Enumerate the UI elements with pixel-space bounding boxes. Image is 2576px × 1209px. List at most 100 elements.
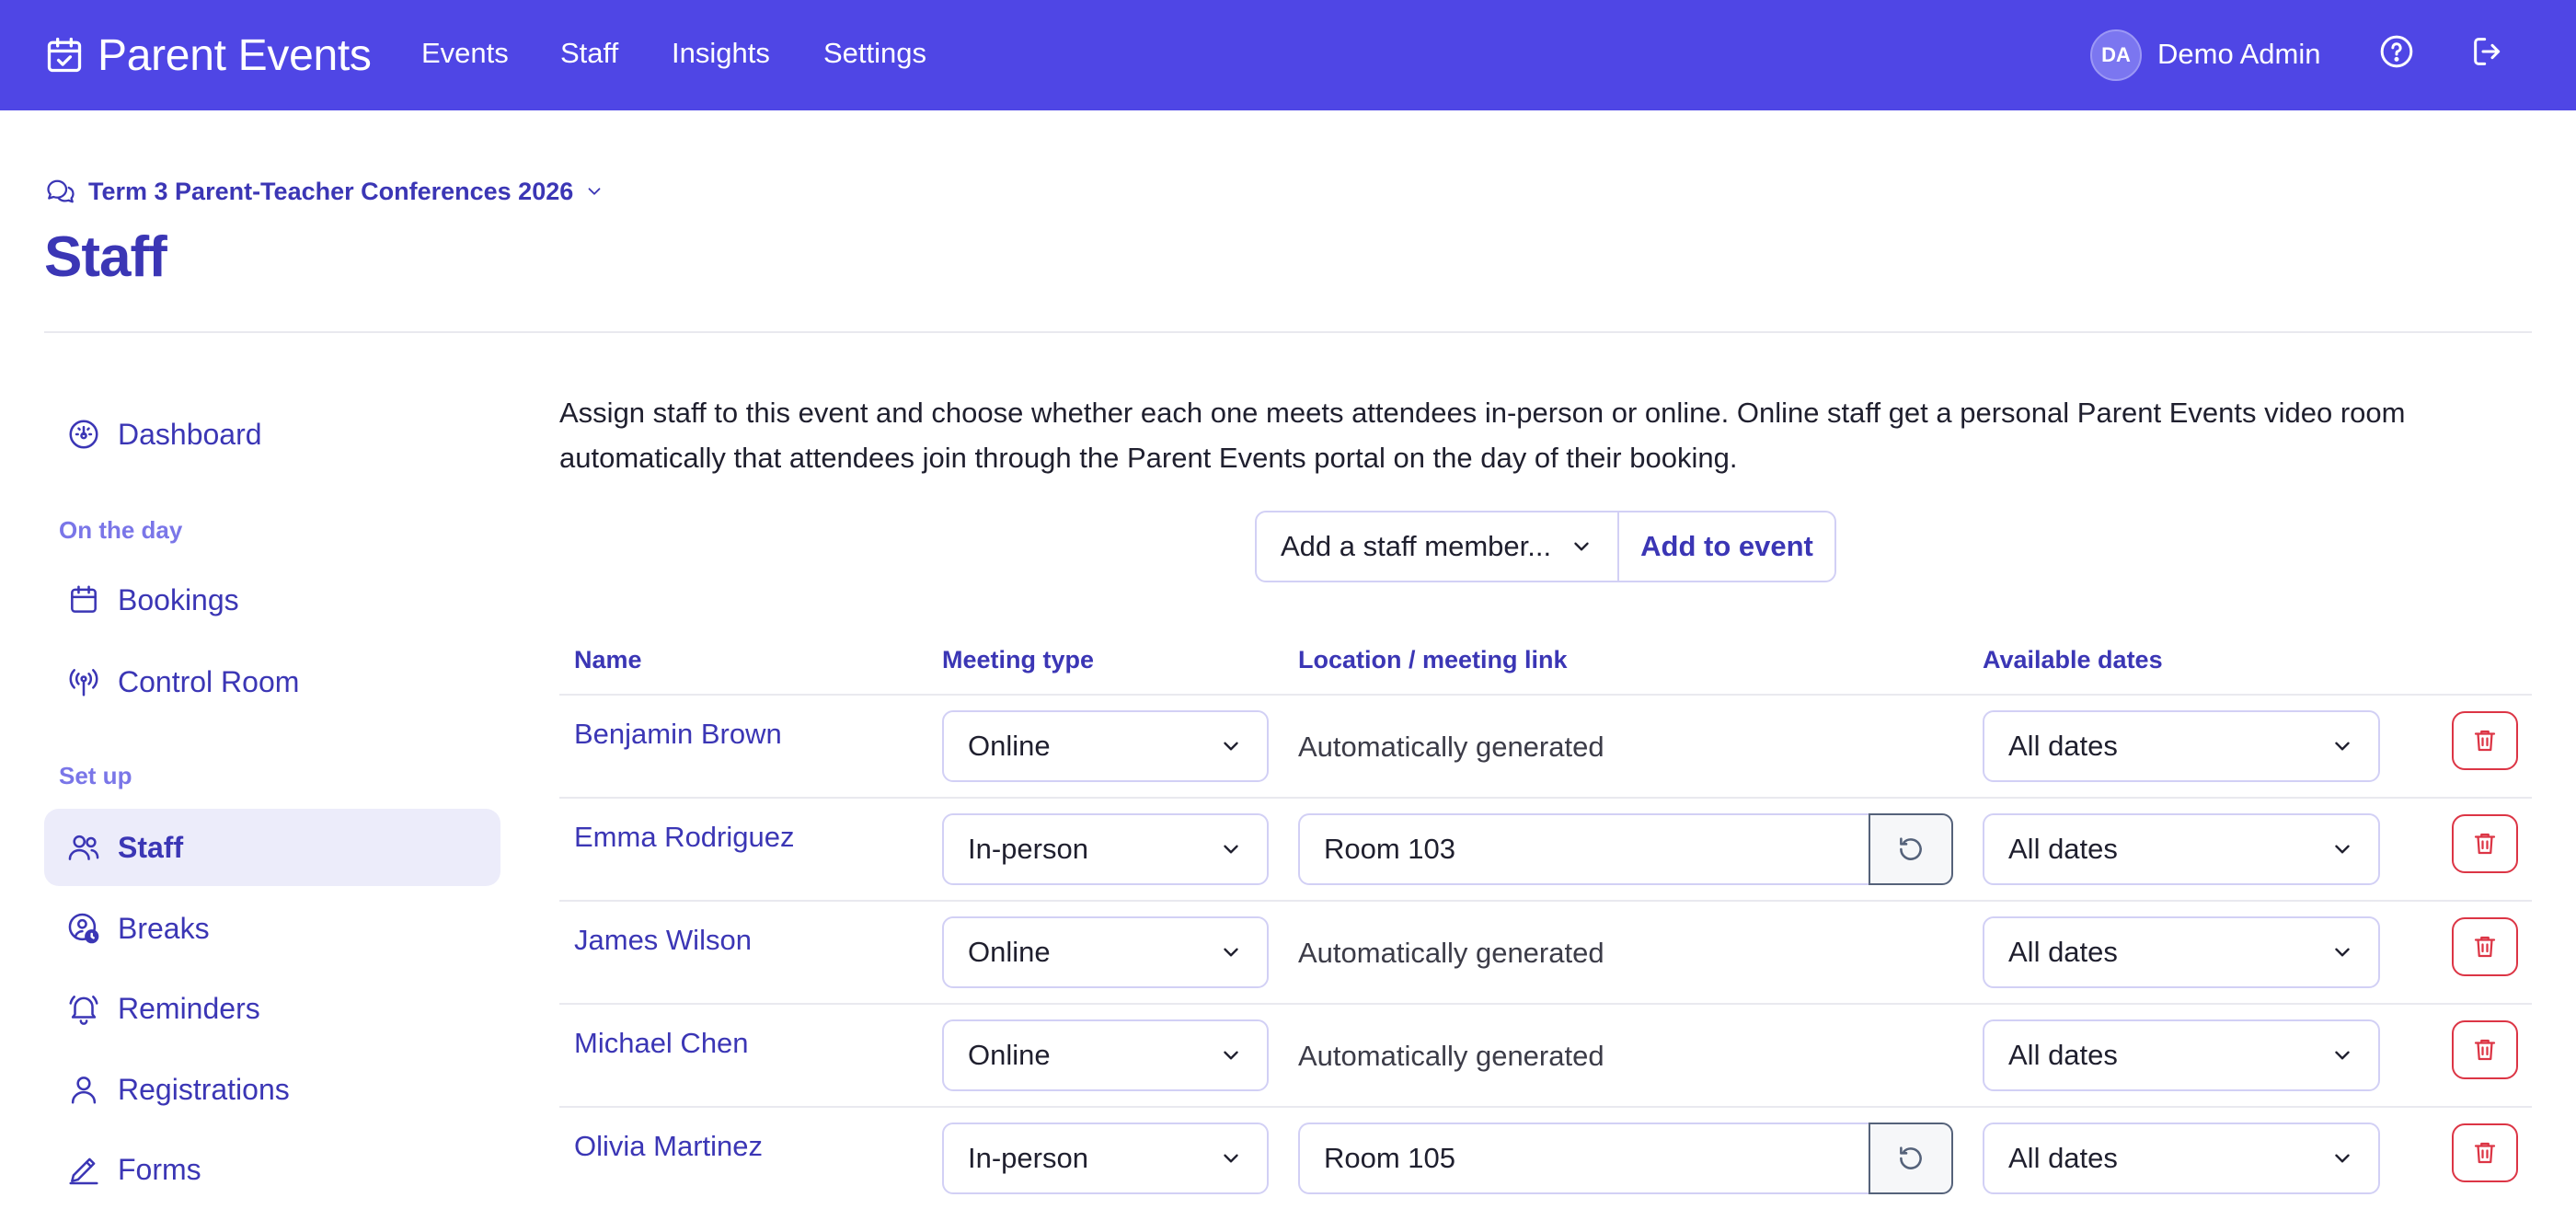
sidebar-item-control-room[interactable]: Control Room bbox=[44, 643, 500, 720]
meeting-type-select[interactable]: Online bbox=[942, 916, 1269, 988]
location-value: Room 103 bbox=[1324, 833, 1456, 865]
reset-location-button[interactable] bbox=[1869, 1123, 1953, 1194]
staff-select[interactable]: Add a staff member... bbox=[1257, 512, 1619, 581]
location-input[interactable]: Room 103 bbox=[1298, 813, 1870, 885]
available-dates-value: All dates bbox=[2008, 1039, 2118, 1071]
location-auto-text: Automatically generated bbox=[1298, 731, 1604, 763]
row-divider bbox=[559, 1106, 2532, 1108]
sidebar-label-bookings: Bookings bbox=[118, 582, 239, 616]
chevron-down-icon bbox=[2335, 845, 2350, 854]
staff-name-link[interactable]: James Wilson bbox=[574, 924, 752, 957]
chevron-down-icon bbox=[1224, 742, 1238, 751]
chevron-down-icon bbox=[1574, 542, 1589, 551]
available-dates-select[interactable]: All dates bbox=[1983, 813, 2380, 885]
nav-events[interactable]: Events bbox=[421, 37, 509, 70]
brand[interactable]: Parent Events bbox=[44, 0, 372, 110]
sidebar-label-control-room: Control Room bbox=[118, 664, 300, 698]
meeting-type-value: In-person bbox=[968, 1142, 1088, 1174]
available-dates-select[interactable]: All dates bbox=[1983, 1019, 2380, 1091]
avatar[interactable]: DA bbox=[2090, 29, 2142, 81]
meeting-type-select[interactable]: In-person bbox=[942, 1123, 1269, 1194]
sidebar-item-staff[interactable]: Staff bbox=[44, 809, 500, 886]
delete-button[interactable] bbox=[2452, 711, 2518, 770]
available-dates-value: All dates bbox=[2008, 936, 2118, 968]
help-icon[interactable] bbox=[2378, 33, 2415, 70]
available-dates-value: All dates bbox=[2008, 730, 2118, 762]
trash-icon bbox=[2474, 1142, 2496, 1164]
staff-name-link[interactable]: Michael Chen bbox=[574, 1027, 749, 1060]
meeting-type-value: Online bbox=[968, 1039, 1051, 1071]
meeting-type-value: Online bbox=[968, 730, 1051, 762]
nav-staff[interactable]: Staff bbox=[560, 37, 618, 70]
chevron-down-icon bbox=[1224, 948, 1238, 957]
sidebar-label-dashboard: Dashboard bbox=[118, 417, 262, 451]
undo-icon bbox=[1900, 837, 1922, 860]
meeting-type-value: In-person bbox=[968, 833, 1088, 865]
logout-icon[interactable] bbox=[2469, 33, 2506, 70]
location-input[interactable]: Room 105 bbox=[1298, 1123, 1870, 1194]
available-dates-select[interactable]: All dates bbox=[1983, 916, 2380, 988]
brand-name: Parent Events bbox=[98, 30, 372, 80]
user-icon bbox=[71, 1077, 97, 1104]
calendar-icon bbox=[71, 585, 97, 613]
user-clock-icon bbox=[68, 913, 99, 944]
chevron-down-icon bbox=[2335, 1154, 2350, 1163]
nav-insights[interactable]: Insights bbox=[672, 37, 770, 70]
meeting-type-select[interactable]: Online bbox=[942, 1019, 1269, 1091]
meeting-type-value: Online bbox=[968, 936, 1051, 968]
add-staff-group: Add a staff member... Add to event bbox=[1255, 511, 1836, 582]
delete-button[interactable] bbox=[2452, 1123, 2518, 1182]
available-dates-select[interactable]: All dates bbox=[1983, 710, 2380, 782]
location-auto-text: Automatically generated bbox=[1298, 1040, 1604, 1072]
chevron-down-icon bbox=[1224, 845, 1238, 854]
user-name[interactable]: Demo Admin bbox=[2157, 38, 2320, 71]
sidebar-item-forms[interactable]: Forms bbox=[44, 1131, 500, 1208]
top-bar: Parent Events Events Staff Insights Sett… bbox=[0, 0, 2576, 110]
meeting-type-select[interactable]: Online bbox=[942, 710, 1269, 782]
delete-button[interactable] bbox=[2452, 814, 2518, 873]
sidebar-label-reminders: Reminders bbox=[118, 991, 260, 1025]
sidebar-item-registrations[interactable]: Registrations bbox=[44, 1051, 500, 1128]
intro-text: Assign staff to this event and choose wh… bbox=[559, 397, 2406, 474]
sidebar-item-reminders[interactable]: Reminders bbox=[44, 970, 500, 1047]
sidebar-label-registrations: Registrations bbox=[118, 1072, 290, 1106]
staff-name-link[interactable]: Emma Rodriguez bbox=[574, 821, 794, 854]
calendar-check-icon bbox=[47, 37, 82, 73]
staff-select-placeholder: Add a staff member... bbox=[1281, 530, 1552, 562]
column-header-dates: Available dates bbox=[1983, 646, 2163, 674]
row-divider bbox=[559, 1003, 2532, 1005]
nav-settings[interactable]: Settings bbox=[823, 37, 926, 70]
trash-icon bbox=[2474, 833, 2496, 855]
chevron-down-icon bbox=[2335, 948, 2350, 957]
delete-button[interactable] bbox=[2452, 1020, 2518, 1079]
reset-location-button[interactable] bbox=[1869, 813, 1953, 885]
header-divider bbox=[44, 331, 2532, 333]
sidebar-item-breaks[interactable]: Breaks bbox=[44, 890, 500, 967]
undo-icon bbox=[1900, 1146, 1922, 1169]
trash-icon bbox=[2474, 730, 2496, 752]
add-to-event-button[interactable]: Add to event bbox=[1619, 512, 1834, 581]
trash-icon bbox=[2474, 1039, 2496, 1061]
bell-ringing-icon bbox=[69, 996, 98, 1025]
table-divider bbox=[559, 694, 2532, 696]
delete-button[interactable] bbox=[2452, 917, 2518, 976]
sidebar-label-forms: Forms bbox=[118, 1152, 201, 1186]
event-selector[interactable]: Term 3 Parent-Teacher Conferences 2026 bbox=[44, 175, 604, 208]
staff-name-link[interactable]: Olivia Martinez bbox=[574, 1130, 763, 1163]
row-divider bbox=[559, 797, 2532, 799]
chevron-down-icon bbox=[588, 188, 601, 195]
sidebar-section-on-the-day: On the day bbox=[59, 516, 183, 544]
meeting-type-select[interactable]: In-person bbox=[942, 813, 1269, 885]
sidebar-label-breaks: Breaks bbox=[118, 911, 210, 945]
sidebar-item-dashboard[interactable]: Dashboard bbox=[44, 396, 500, 473]
available-dates-select[interactable]: All dates bbox=[1983, 1123, 2380, 1194]
column-header-name[interactable]: Name bbox=[574, 646, 642, 674]
chevron-down-icon bbox=[1224, 1051, 1238, 1060]
staff-name-link[interactable]: Benjamin Brown bbox=[574, 718, 782, 751]
pencil-icon bbox=[69, 1157, 98, 1185]
location-auto-text: Automatically generated bbox=[1298, 937, 1604, 969]
sidebar-label-staff: Staff bbox=[118, 830, 184, 864]
chevron-down-icon bbox=[1224, 1154, 1238, 1163]
chat-bubbles-icon bbox=[47, 179, 75, 203]
sidebar-item-bookings[interactable]: Bookings bbox=[44, 561, 500, 639]
